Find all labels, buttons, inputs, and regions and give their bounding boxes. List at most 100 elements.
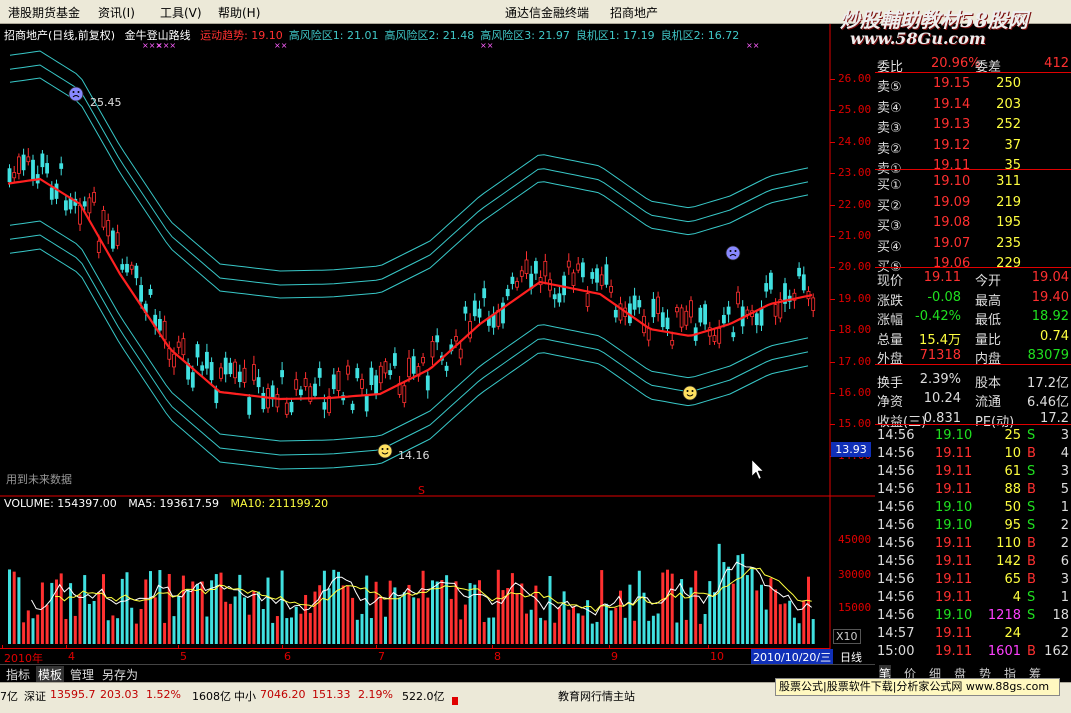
period-label[interactable]: 日线 <box>840 649 862 665</box>
tick-price: 19.11 <box>935 554 973 569</box>
tick-side: S <box>1027 500 1036 515</box>
volume-bar <box>482 622 486 644</box>
volume-bar <box>651 615 655 644</box>
tick-volume: 1218 <box>987 608 1021 623</box>
stat-label: 换手 <box>877 375 904 391</box>
volume-bar <box>431 580 434 644</box>
candle-body <box>204 351 209 369</box>
volume-bar <box>31 618 35 644</box>
stat-row: 涨幅 -0.42% 最低 18.92 <box>875 307 1071 328</box>
volume-bar <box>708 581 712 644</box>
tick-side: B <box>1027 482 1036 497</box>
bid-price: 19.10 <box>933 174 971 189</box>
stat-value: 15.4万 <box>919 332 961 348</box>
trading-terminal-window: 港股期货基金 资讯(I) 工具(V) 帮助(H) 通达信金融终端 招商地产 炒股… <box>0 0 1071 713</box>
tab-manage[interactable]: 管理 <box>68 666 96 683</box>
candle-body <box>675 307 679 313</box>
candle-body <box>665 317 670 330</box>
tab-template[interactable]: 模板 <box>36 666 65 683</box>
stat-row: 涨跌 -0.08 最高 19.40 <box>875 288 1071 309</box>
candle-body <box>458 348 463 359</box>
candle-body <box>284 402 289 415</box>
price-tick-label: 24.00 <box>838 134 872 148</box>
volume-bar <box>581 615 585 644</box>
smile-face-bottom-icon <box>377 443 393 459</box>
tick-time: 14:56 <box>877 500 915 515</box>
stat-value: 18.92 <box>1031 309 1069 324</box>
tab-indicator[interactable]: 指标 <box>4 666 32 683</box>
tick-row: 14:56 19.11 65 B 3 <box>875 570 1071 590</box>
candle-body <box>200 365 205 371</box>
candle-body <box>16 156 21 174</box>
tick-price: 19.11 <box>935 590 973 605</box>
stock-title: 招商地产 <box>610 6 659 20</box>
tick-row: 14:56 19.10 1218 S 18 <box>875 606 1071 626</box>
stat-label: 现价 <box>877 274 904 289</box>
stat-label: 涨跌 <box>877 293 904 309</box>
app-title: 通达信金融终端 <box>505 6 590 20</box>
candle-body <box>505 288 510 297</box>
candle-body <box>754 313 759 326</box>
menu-item-info[interactable]: 资讯(I) <box>98 4 135 21</box>
volume-bar <box>233 596 237 644</box>
volume-bar <box>811 619 815 644</box>
volume-bar <box>459 619 463 644</box>
volume-bar <box>520 583 524 644</box>
tick-side: B <box>1027 536 1036 551</box>
tick-time: 14:56 <box>877 536 915 551</box>
candle-body <box>726 306 731 315</box>
volume-bar <box>36 614 40 644</box>
volume-bar <box>684 619 688 644</box>
volume-bar <box>322 570 326 644</box>
candle-body <box>585 293 590 307</box>
stat-value: -0.42% <box>915 309 961 324</box>
volume-bar <box>675 622 679 644</box>
candle-body <box>609 286 613 293</box>
sad-face-right-icon <box>725 245 741 261</box>
candle-body <box>392 353 397 366</box>
volume-bar <box>290 617 293 644</box>
indicator-label-1: 高风险区1: 21.01 <box>288 29 379 42</box>
candle-body <box>731 332 736 338</box>
candle-body <box>219 367 223 379</box>
volume-bar <box>731 583 735 644</box>
stat-row: 现价 19.11 今开 19.04 <box>875 268 1071 289</box>
kline-chart[interactable]: 25.4514.16×××××× ×× ×× ×× S <box>0 24 875 664</box>
tick-time: 14:56 <box>877 518 915 533</box>
candle-body <box>651 298 656 318</box>
candle-body <box>571 272 576 286</box>
tick-price: 19.10 <box>935 608 973 623</box>
risk-band-line-0 <box>9 50 809 272</box>
menu-item-tools[interactable]: 工具(V) <box>160 4 202 21</box>
volume-bar <box>379 596 383 644</box>
ask-price: 19.13 <box>933 117 971 132</box>
candle-body <box>472 300 477 317</box>
stat-value: 19.40 <box>1031 289 1069 305</box>
volume-bar <box>741 553 745 644</box>
volume-bar <box>760 584 763 644</box>
advertisement-banner[interactable]: 股票公式|股票软件下载|分析家公式网 www.88gs.com <box>775 678 1060 696</box>
tick-volume: 25 <box>1004 428 1021 443</box>
ask-price: 19.11 <box>933 158 971 173</box>
tick-volume: 61 <box>1004 464 1021 479</box>
candle-body <box>45 163 49 174</box>
volume-bar <box>205 616 209 644</box>
server-notice[interactable]: 教育网行情主站 <box>558 688 635 704</box>
candle-body <box>604 264 609 285</box>
price-tick-label: 17.00 <box>838 354 872 368</box>
candle-body <box>256 377 261 388</box>
tick-count: 2 <box>1060 536 1069 551</box>
ask-price: 19.14 <box>933 96 971 112</box>
candle-body <box>172 353 176 368</box>
candle-body <box>298 389 303 396</box>
tab-save-as[interactable]: 另存为 <box>100 666 140 683</box>
tick-price: 19.11 <box>935 626 973 641</box>
stat-value: 6.46亿 <box>1027 395 1069 410</box>
volume-bar <box>637 570 641 644</box>
volume-bar <box>275 616 279 644</box>
volume-bar <box>633 620 637 644</box>
ask-row: 卖③ 19.13 252 <box>875 115 1071 136</box>
menu-item-markets[interactable]: 港股期货基金 <box>8 4 80 21</box>
menu-item-help[interactable]: 帮助(H) <box>218 4 260 21</box>
low-price-label: 14.16 <box>398 449 430 462</box>
